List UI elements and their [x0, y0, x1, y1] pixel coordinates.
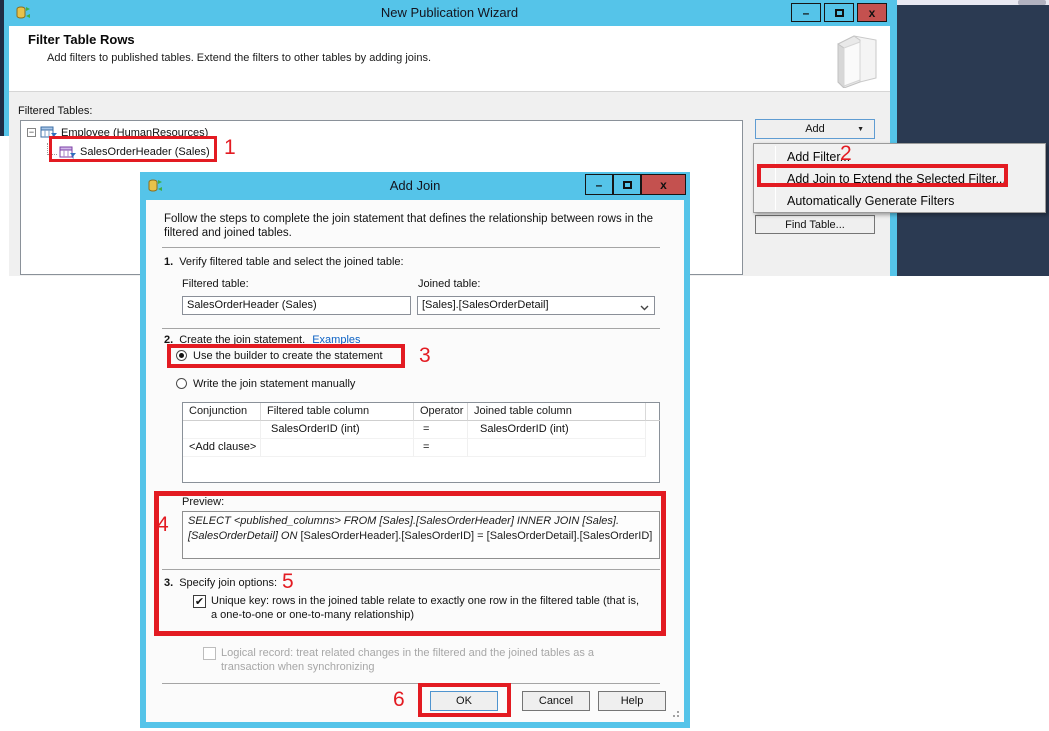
grid-header-conjunction: Conjunction	[183, 403, 261, 421]
filter-3d-icon	[820, 30, 882, 93]
grid-header-joined-column: Joined table column	[468, 403, 646, 421]
filtered-tables-label: Filtered Tables:	[18, 105, 92, 117]
add-button[interactable]: Add ▼	[755, 119, 875, 139]
wizard-header-band: Filter Table Rows Add filters to publish…	[9, 26, 890, 92]
cancel-button[interactable]: Cancel	[522, 691, 590, 711]
wizard-titlebar[interactable]: New Publication Wizard – x	[9, 0, 890, 26]
step1-heading: 1. Verify filtered table and select the j…	[164, 256, 404, 268]
wizard-minimize-button[interactable]: –	[791, 3, 821, 22]
dialog-minimize-button[interactable]: –	[585, 174, 613, 195]
annotation-number-1: 1	[224, 136, 236, 160]
grid-cell[interactable]	[183, 421, 261, 439]
grid-header-operator: Operator	[414, 403, 468, 421]
separator	[162, 328, 660, 329]
grid-cell[interactable]: SalesOrderID (int)	[468, 421, 646, 439]
step1-number: 1.	[164, 256, 173, 268]
page-title: Filter Table Rows	[28, 32, 135, 47]
annotation-number-6: 6	[393, 688, 405, 712]
annotation-box-6	[418, 683, 511, 717]
maximize-icon	[623, 181, 632, 189]
grid-cell[interactable]	[261, 439, 414, 457]
step1-label: Verify filtered table and select the joi…	[179, 256, 403, 268]
add-join-dialog: Add Join – x Follow the steps to complet…	[140, 172, 690, 728]
grid-cell[interactable]: SalesOrderID (int)	[261, 421, 414, 439]
wizard-maximize-button[interactable]	[824, 3, 854, 22]
separator	[162, 247, 660, 248]
dialog-intro-text: Follow the steps to complete the join st…	[164, 212, 672, 240]
joined-table-combobox[interactable]: [Sales].[SalesOrderDetail]	[417, 296, 655, 315]
write-manually-label[interactable]: Write the join statement manually	[193, 378, 355, 390]
wizard-title: New Publication Wizard	[9, 5, 890, 20]
desktop-background	[897, 5, 1049, 276]
joined-table-value: [Sales].[SalesOrderDetail]	[422, 299, 549, 311]
grid-header-filler	[646, 403, 660, 421]
filtered-table-label: Filtered table:	[182, 278, 249, 290]
annotation-box-4	[154, 491, 666, 636]
find-table-button[interactable]: Find Table...	[755, 215, 875, 234]
dialog-close-button[interactable]: x	[641, 174, 686, 195]
dialog-client-area: Follow the steps to complete the join st…	[146, 200, 684, 722]
help-button[interactable]: Help	[598, 691, 666, 711]
wizard-close-button[interactable]: x	[857, 3, 887, 22]
grid-cell[interactable]: =	[414, 439, 468, 457]
add-button-label: Add	[805, 123, 825, 135]
grid-cell-add-clause[interactable]: <Add clause>	[183, 439, 261, 457]
join-clause-grid: Conjunction Filtered table column Operat…	[182, 402, 660, 483]
page-subtitle: Add filters to published tables. Extend …	[47, 52, 431, 64]
find-table-label: Find Table...	[785, 219, 845, 231]
logical-record-label: Logical record: treat related changes in…	[221, 646, 646, 674]
joined-table-label: Joined table:	[418, 278, 480, 290]
write-manually-radio[interactable]	[176, 378, 187, 389]
logical-record-checkbox	[203, 647, 216, 660]
annotation-box-2	[757, 164, 1008, 187]
annotation-box-3	[167, 344, 405, 368]
dialog-maximize-button[interactable]	[613, 174, 641, 195]
grid-header-filtered-column: Filtered table column	[261, 403, 414, 421]
collapse-icon[interactable]: −	[27, 128, 36, 137]
annotation-box-1	[49, 136, 217, 162]
separator	[162, 683, 660, 684]
annotation-number-4: 4	[157, 513, 169, 537]
grid-cell[interactable]: =	[414, 421, 468, 439]
filtered-table-field[interactable]: SalesOrderHeader (Sales)	[182, 296, 411, 315]
annotation-number-3: 3	[419, 344, 431, 368]
dialog-titlebar[interactable]: Add Join – x	[146, 172, 684, 200]
grid-cell[interactable]	[468, 439, 646, 457]
chevron-down-icon: ▼	[857, 126, 864, 133]
resize-grip[interactable]	[672, 710, 680, 718]
maximize-icon	[835, 9, 844, 17]
annotation-number-5: 5	[282, 570, 294, 594]
combobox-chevron-icon[interactable]	[640, 301, 649, 318]
annotation-number-2: 2	[840, 142, 852, 166]
menu-item-auto-generate-filters[interactable]: Automatically Generate Filters	[755, 190, 1044, 212]
